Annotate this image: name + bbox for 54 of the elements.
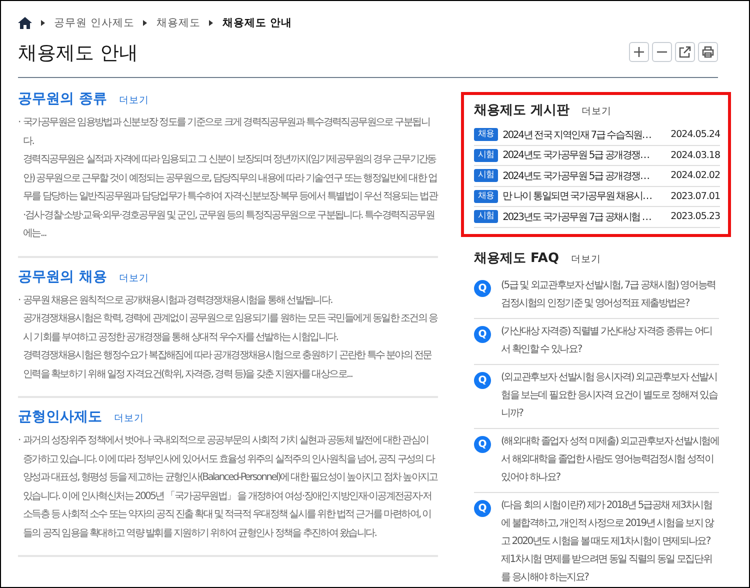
faq-question[interactable]: (해외대학 졸업자 성적 미제출) 외교관후보자 선발시험에서 해외대학을 졸업한 사람도 영어능력검정시험 성적이 있어야 하나요? — [501, 432, 719, 486]
section-text: 국가공무원은 임용방법과 신분보장 정도를 기준으로 크게 경력직공무원과 특수경력직공무원으로 구분됩니다. — [23, 116, 431, 148]
question-badge: Q — [474, 436, 491, 452]
board-post[interactable]: 채용 만 나이 통일되면 국가공무원 채용시… 2023.07.01 — [474, 186, 720, 207]
page-title: 채용제도 안내 — [18, 41, 138, 66]
section-text: 경력경쟁채용시험은 행정수요가 복잡해짐에 따라 공개경쟁채용시험으로 충원하기 곤란한 특수 분야의 전문인력을 확보하기 위해 일정 자격요건(학위, 자격증, 경력 등)을 갖춘 지원자를 대상으로... — [23, 349, 433, 382]
more-link[interactable]: 더보기 — [118, 94, 149, 107]
breadcrumb-link[interactable]: 채용제도 — [156, 16, 200, 30]
print-button[interactable] — [698, 42, 718, 62]
question-badge: Q — [474, 500, 491, 516]
section-text: 경력직공무원은 실적과 자격에 따라 임용되고 그 신분이 보장되며 정년까지(임기제공무원의 경우 근무기간동안) 공무원으로 근무할 것이 예정되는 공무원으로, 담당직무의 내용에 따라 기술·연구 또는 행정일반에 대한 업무를 담당하는 일반직공무원과 담당업무가 특수하여 자격·신분보장·복무 등에서 특별법이 우선 적용되는 법관·검사·경찰·소방·교육·외무·경호공무원 및 군인, 군무원 등의 특정직공무원으로 구분됩니다. 특수경력직공무원에는... — [23, 153, 438, 241]
caret-icon — [143, 20, 148, 26]
section-text: 과거의 성장위주 정책에서 벗어나 국내외적으로 공공부문의 사회적 가치 실현과 공동체 발전에 대한 관심이 증가하고 있습니다. 이에 따라 정부인사에 있어서도 효율성 위주의 실적주의 인사원칙을 넘어, 공직 구성의 다양성과 대표성, 형평성 등을 제고하는 균형인사(Balanced-Personnel)에 대한 필요성이 높아지고 점차 높아지고 있습니다. 이에 인사혁신처는 2005년 「국가공무원법」 을 개정하여 여성·장애인·지방인재·이공계전공자·저소득층 등 사회적 소수 또는 약자의 공직 진출 확대 및 적극적 우대정책 실시를 위한 법적 근거를 마련하여, 이들의 공직 임용을 확대하고 역량 발휘를 지원하기 위하여 균형인사 정책을 추진하여 왔습니다. — [23, 434, 438, 540]
home-icon[interactable] — [18, 17, 32, 29]
category-tag: 채용 — [474, 190, 498, 203]
faq-question[interactable]: (다음 회의 시험이란?) 제가 2018년 5급공채 제3차시험에 불합격하고, 개인적 사정으로 2019년 시험을 보지 않고 2020년도 시험을 볼 때도 제1차시험이 면제되나요? 제1차시험 면제를 받으려면 동일 직렬의 동일 모집단위를 응시해야 하는지요? — [501, 496, 719, 586]
section-title: 공무원의 종류 — [18, 90, 107, 108]
share-button[interactable] — [675, 42, 695, 62]
question-badge: Q — [474, 326, 491, 342]
question-badge: Q — [474, 372, 491, 388]
category-tag: 시험 — [474, 148, 498, 162]
breadcrumb-link[interactable]: 공무원 인사제도 — [54, 16, 134, 30]
caret-icon — [41, 20, 45, 26]
faq-question[interactable]: (5급 및 외교관후보자 선발시험, 7급 공채시험) 영어능력검정시험의 인정기준 및 영어성적표 제출방법은? — [501, 276, 719, 312]
bullet: · — [18, 294, 22, 308]
bullet: · — [18, 116, 22, 130]
breadcrumb-current: 채용제도 안내 — [222, 16, 292, 30]
bullet: · — [18, 434, 22, 448]
share-icon — [678, 45, 692, 59]
board-title: 채용제도 게시판 — [474, 102, 570, 119]
section-title: 균형인사제도 — [18, 408, 102, 426]
caret-icon — [209, 20, 214, 26]
plus-icon — [632, 45, 646, 59]
board-post[interactable]: 시험 2024년도 국가공무원 5급 공개경쟁… 2024.02.02 — [474, 166, 720, 186]
faq-title: 채용제도 FAQ — [474, 250, 560, 266]
board-post[interactable]: 시험 2024년도 국가공무원 5급 공개경쟁… 2024.03.18 — [474, 146, 720, 166]
board-post[interactable]: 채용 2024년 전국 지역인재 7급 수습직원… 2024.05.24 — [474, 125, 720, 146]
category-tag: 시험 — [474, 169, 498, 182]
zoom-in-button[interactable] — [629, 42, 649, 62]
more-link[interactable]: 더보기 — [118, 272, 149, 284]
section-text: 공개경쟁채용시험은 학력, 경력에 관계없이 공무원으로 임용되기를 원하는 모든 국민들에게 동일한 조건의 응시 기회를 부여하고 공정한 공개경쟁을 통해 상대적 우수자를 선발하는 시험입니다. — [23, 312, 438, 344]
printer-icon — [701, 45, 715, 59]
more-link[interactable]: 더보기 — [114, 412, 144, 425]
category-tag: 시험 — [474, 210, 498, 224]
more-link[interactable]: 더보기 — [582, 105, 612, 118]
more-link[interactable]: 더보기 — [571, 252, 602, 266]
section-title: 공무원의 채용 — [18, 268, 107, 286]
section-text: 공무원 채용은 원칙적으로 공개채용시험과 경력경쟁채용시험을 통해 선발됩니다. — [23, 294, 334, 308]
faq-question[interactable]: (가산대상 자격증) 직렬별 가산대상 자격증 종류는 어디서 확인할 수 있나요? — [501, 322, 719, 358]
board-post[interactable]: 시험 2023년도 국가공무원 7급 공채시험 … 2023.05.23 — [474, 207, 720, 228]
zoom-out-button[interactable] — [652, 42, 672, 62]
question-badge: Q — [474, 280, 491, 296]
category-tag: 채용 — [474, 128, 498, 142]
faq-question[interactable]: (외교관후보자 선발시험 응시자격) 외교관후보자 선발시험을 보는데 필요한 응시자격 요건이 별도로 정해져 있습니까? — [501, 368, 719, 422]
